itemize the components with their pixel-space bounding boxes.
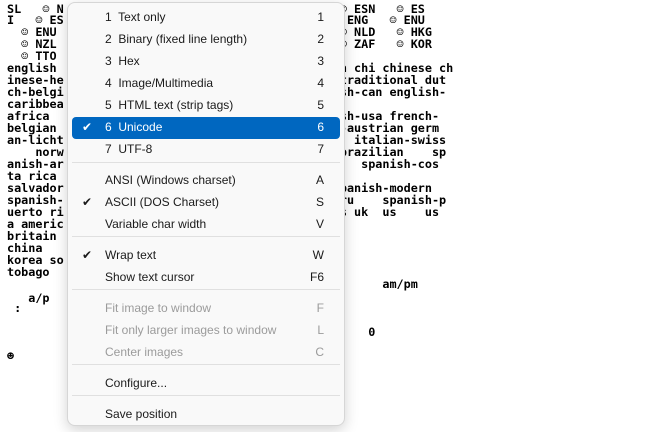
text-line: ☻ <box>7 349 15 363</box>
menu-item-label: 2 Binary (fixed line length) <box>105 32 248 46</box>
checkmark-icon <box>81 32 93 46</box>
menu-item-shortcut: 4 <box>317 76 324 90</box>
menu-item-variable-char-width[interactable]: Variable char width V <box>72 214 340 236</box>
menu-item-shortcut: 1 <box>317 10 324 24</box>
checkmark-icon: ✔ <box>81 120 93 134</box>
menu-item-1-text-only[interactable]: 1 Text only 1 <box>72 7 340 29</box>
checkmark-icon <box>81 173 93 187</box>
checkmark-icon <box>81 217 93 231</box>
checkmark-icon <box>81 407 93 421</box>
menu-item-label: ASCII (DOS Charset) <box>105 195 220 209</box>
menu-item-shortcut: F6 <box>309 270 324 284</box>
checkmark-icon: ✔ <box>81 248 93 262</box>
menu-item-6-unicode[interactable]: ✔ 6 Unicode 6 <box>72 117 340 139</box>
menu-item-shortcut: 2 <box>317 32 324 46</box>
menu-item-4-image-multimedia[interactable]: 4 Image/Multimedia 4 <box>72 73 340 95</box>
menu-item-fit-only-larger-images-to-window: Fit only larger images to window L <box>72 320 340 342</box>
menu-item-label: Fit only larger images to window <box>105 323 277 337</box>
menu-item-shortcut: S <box>315 195 324 209</box>
menu-item-center-images: Center images C <box>72 342 340 364</box>
menu-item-label: Show text cursor <box>105 270 195 284</box>
menu-item-shortcut: L <box>317 323 324 337</box>
menu-item-shortcut: 5 <box>317 98 324 112</box>
checkmark-icon <box>81 98 93 112</box>
menu-item-shortcut: V <box>315 217 324 231</box>
menu-separator <box>72 364 340 365</box>
menu-item-shortcut: W <box>312 248 324 262</box>
menu-item-label: Variable char width <box>105 217 207 231</box>
checkmark-icon <box>81 142 93 156</box>
menu-item-show-text-cursor[interactable]: Show text cursor F6 <box>72 267 340 289</box>
menu-separator <box>72 289 340 290</box>
menu-separator <box>72 162 340 163</box>
menu-item-label: Center images <box>105 345 184 359</box>
menu-separator <box>72 236 340 237</box>
menu-item-shortcut: 6 <box>317 120 324 134</box>
text-line: : <box>7 301 22 315</box>
menu-item-5-html-text-strip-tags[interactable]: 5 HTML text (strip tags) 5 <box>72 95 340 117</box>
menu-item-shortcut: A <box>315 173 324 187</box>
menu-item-3-hex[interactable]: 3 Hex 3 <box>72 51 340 73</box>
menu-item-7-utf-8[interactable]: 7 UTF-8 7 <box>72 139 340 161</box>
checkmark-icon <box>81 376 93 390</box>
menu-item-2-binary-fixed-line-length[interactable]: 2 Binary (fixed line length) 2 <box>72 29 340 51</box>
checkmark-icon <box>81 10 93 24</box>
menu-item-shortcut: C <box>315 345 324 359</box>
menu-item-save-position[interactable]: Save position <box>72 404 340 426</box>
menu-item-label: Fit image to window <box>105 301 212 315</box>
menu-item-label: 7 UTF-8 <box>105 142 153 156</box>
checkmark-icon <box>81 54 93 68</box>
menu-item-label: 3 Hex <box>105 54 140 68</box>
menu-item-shortcut: 3 <box>317 54 324 68</box>
menu-item-label: 4 Image/Multimedia <box>105 76 214 90</box>
menu-item-label: 5 HTML text (strip tags) <box>105 98 234 112</box>
menu-item-label: 1 Text only <box>105 10 166 24</box>
menu-item-label: Save position <box>105 407 178 421</box>
checkmark-icon <box>81 76 93 90</box>
menu-item-ansi-windows-charset[interactable]: ANSI (Windows charset) A <box>72 170 340 192</box>
menu-item-ascii-dos-charset[interactable]: ✔ ASCII (DOS Charset) S <box>72 192 340 214</box>
menu-item-label: Wrap text <box>105 248 157 262</box>
checkmark-icon <box>81 301 93 315</box>
menu-item-configure[interactable]: Configure... <box>72 373 340 395</box>
menu-item-wrap-text[interactable]: ✔ Wrap text W <box>72 245 340 267</box>
view-mode-context-menu: 1 Text only 1 2 Binary (fixed line length)… <box>67 2 345 426</box>
checkmark-icon: ✔ <box>81 195 93 209</box>
menu-item-fit-image-to-window: Fit image to window F <box>72 298 340 320</box>
checkmark-icon <box>81 323 93 337</box>
menu-item-label: ANSI (Windows charset) <box>105 173 236 187</box>
menu-separator <box>72 395 340 396</box>
menu-item-shortcut: 7 <box>317 142 324 156</box>
checkmark-icon <box>81 345 93 359</box>
menu-item-label: 6 Unicode <box>105 120 163 134</box>
menu-item-label: Configure... <box>105 376 168 390</box>
menu-item-shortcut: F <box>316 301 324 315</box>
checkmark-icon <box>81 270 93 284</box>
